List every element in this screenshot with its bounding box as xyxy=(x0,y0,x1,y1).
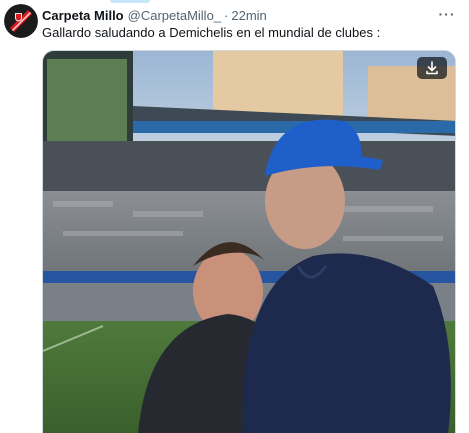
download-arrow-icon xyxy=(426,61,438,75)
author-name[interactable]: Carpeta Millo xyxy=(42,8,124,23)
video-frame-image xyxy=(43,51,455,433)
separator: · xyxy=(224,7,229,23)
avatar[interactable] xyxy=(4,4,38,38)
tweet-media-image[interactable] xyxy=(42,50,456,433)
author-handle[interactable]: @CarpetaMillo_ xyxy=(128,8,221,23)
top-indicator xyxy=(110,0,150,3)
tweet-text: Gallardo saludando a Demichelis en el mu… xyxy=(42,25,381,40)
more-options-icon[interactable]: ··· xyxy=(437,6,457,22)
timestamp[interactable]: 22min xyxy=(231,8,266,23)
tweet-header: Carpeta Millo @CarpetaMillo_ · 22min xyxy=(42,6,267,24)
tweet[interactable]: Carpeta Millo @CarpetaMillo_ · 22min ···… xyxy=(0,0,469,433)
download-icon[interactable] xyxy=(417,57,447,79)
river-plate-crest-icon xyxy=(4,4,38,38)
